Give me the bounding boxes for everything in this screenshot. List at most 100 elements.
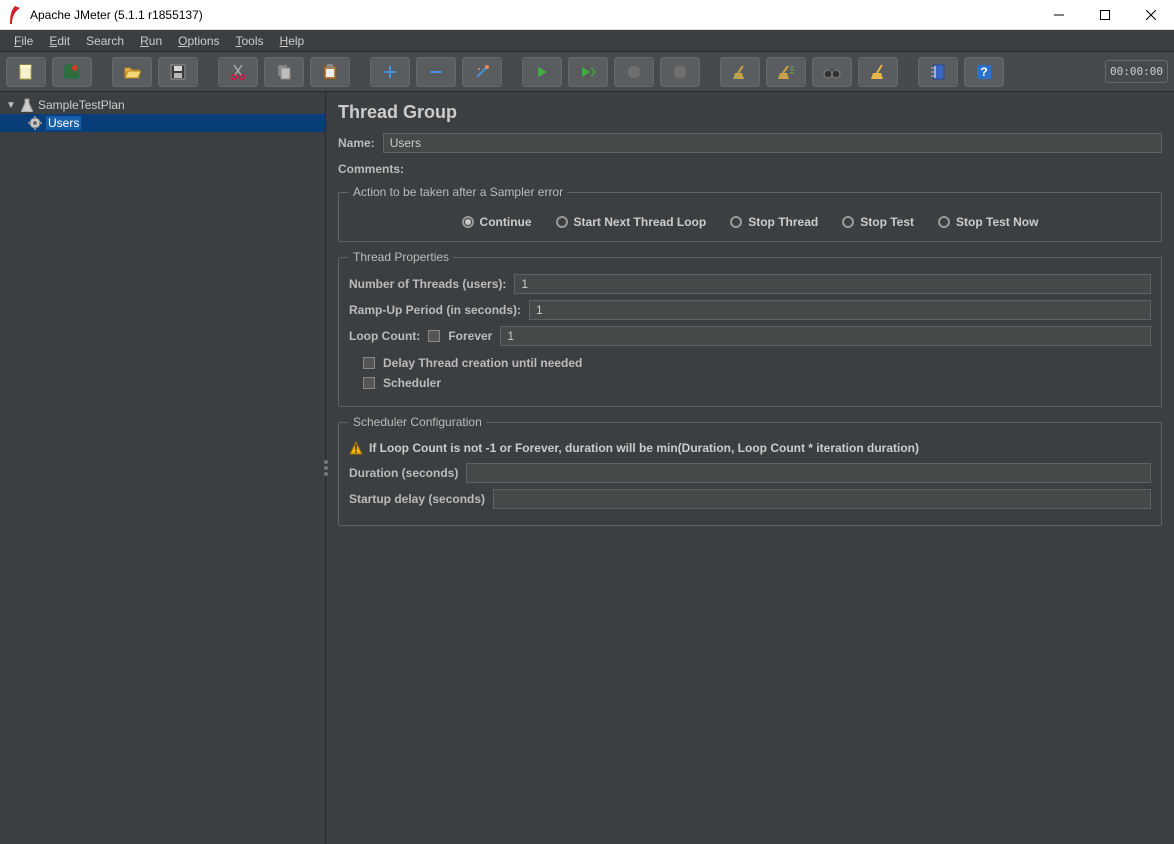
help-icon: ? bbox=[976, 64, 992, 80]
thread-group-gear-icon bbox=[28, 116, 42, 130]
toolbar-save-button[interactable] bbox=[158, 57, 198, 87]
toolbar-paste-button[interactable] bbox=[310, 57, 350, 87]
menu-search[interactable]: Search bbox=[78, 32, 132, 50]
minus-icon bbox=[429, 65, 443, 79]
window-minimize-button[interactable] bbox=[1036, 0, 1082, 30]
menu-help[interactable]: Help bbox=[272, 32, 313, 50]
radio-stop-test-now[interactable]: Stop Test Now bbox=[938, 215, 1038, 229]
num-threads-label: Number of Threads (users): bbox=[349, 277, 506, 291]
clipboard-icon bbox=[321, 63, 339, 81]
file-new-icon bbox=[17, 63, 35, 81]
menu-run[interactable]: Run bbox=[132, 32, 170, 50]
broom-all-icon bbox=[777, 64, 795, 80]
test-plan-tree[interactable]: ▼ SampleTestPlan Users bbox=[0, 92, 326, 844]
ramp-up-input[interactable] bbox=[529, 300, 1151, 320]
templates-icon bbox=[63, 63, 81, 81]
scheduler-warning-text: If Loop Count is not -1 or Forever, dura… bbox=[369, 441, 919, 455]
thread-properties-fieldset: Thread Properties Number of Threads (use… bbox=[338, 250, 1162, 407]
toolbar: ? 00:00:00 bbox=[0, 52, 1174, 92]
warning-icon: ! bbox=[349, 441, 363, 455]
app-feather-icon bbox=[8, 6, 22, 24]
sampler-error-fieldset: Action to be taken after a Sampler error… bbox=[338, 185, 1162, 242]
toolbar-shutdown-button[interactable] bbox=[660, 57, 700, 87]
scheduler-config-legend: Scheduler Configuration bbox=[349, 415, 486, 429]
tree-collapse-icon[interactable]: ▼ bbox=[6, 100, 16, 111]
window-close-button[interactable] bbox=[1128, 0, 1174, 30]
editor-panel: Thread Group Name: Comments: Action to b… bbox=[326, 92, 1174, 844]
splitter-handle[interactable] bbox=[321, 453, 331, 483]
loop-count-label: Loop Count: bbox=[349, 329, 420, 343]
scheduler-checkbox[interactable] bbox=[363, 377, 375, 389]
toolbar-new-button[interactable] bbox=[6, 57, 46, 87]
radio-icon bbox=[842, 216, 854, 228]
comments-label: Comments: bbox=[338, 162, 404, 176]
play-no-pause-icon bbox=[580, 65, 596, 79]
save-icon bbox=[169, 63, 187, 81]
radio-stop-test[interactable]: Stop Test bbox=[842, 215, 914, 229]
radio-stop-thread[interactable]: Stop Thread bbox=[730, 215, 818, 229]
ramp-up-label: Ramp-Up Period (in seconds): bbox=[349, 303, 521, 317]
menu-options[interactable]: Options bbox=[170, 32, 227, 50]
toolbar-clear-button[interactable] bbox=[720, 57, 760, 87]
binoculars-icon bbox=[823, 65, 841, 79]
toolbar-cut-button[interactable] bbox=[218, 57, 258, 87]
toolbar-clear-all-button[interactable] bbox=[766, 57, 806, 87]
tree-child-row[interactable]: Users bbox=[0, 114, 325, 132]
toolbar-start-button[interactable] bbox=[522, 57, 562, 87]
toolbar-stop-button[interactable] bbox=[614, 57, 654, 87]
toolbar-search-button[interactable] bbox=[812, 57, 852, 87]
radio-icon bbox=[462, 216, 474, 228]
toolbar-expand-button[interactable] bbox=[370, 57, 410, 87]
duration-input[interactable] bbox=[466, 463, 1151, 483]
scissors-icon bbox=[229, 63, 247, 81]
duration-label: Duration (seconds) bbox=[349, 466, 458, 480]
toolbar-start-no-pause-button[interactable] bbox=[568, 57, 608, 87]
broom-clean-icon bbox=[870, 64, 886, 80]
num-threads-input[interactable] bbox=[514, 274, 1151, 294]
name-input[interactable] bbox=[383, 133, 1162, 153]
testplan-flask-icon bbox=[20, 98, 34, 112]
name-label: Name: bbox=[338, 136, 375, 150]
wand-icon bbox=[474, 64, 490, 80]
radio-start-next[interactable]: Start Next Thread Loop bbox=[556, 215, 707, 229]
toolbar-collapse-button[interactable] bbox=[416, 57, 456, 87]
radio-icon bbox=[938, 216, 950, 228]
radio-continue[interactable]: Continue bbox=[462, 215, 532, 229]
toolbar-help-button[interactable]: ? bbox=[964, 57, 1004, 87]
startup-delay-input[interactable] bbox=[493, 489, 1151, 509]
delay-thread-label: Delay Thread creation until needed bbox=[383, 356, 582, 370]
delay-thread-checkbox[interactable] bbox=[363, 357, 375, 369]
loop-count-input[interactable] bbox=[500, 326, 1151, 346]
play-icon bbox=[535, 65, 549, 79]
svg-text:!: ! bbox=[354, 442, 358, 455]
toolbar-copy-button[interactable] bbox=[264, 57, 304, 87]
toolbar-function-helper-button[interactable] bbox=[918, 57, 958, 87]
toolbar-templates-button[interactable] bbox=[52, 57, 92, 87]
shutdown-icon bbox=[673, 65, 687, 79]
plus-icon bbox=[383, 65, 397, 79]
radio-icon bbox=[556, 216, 568, 228]
forever-label: Forever bbox=[448, 329, 492, 343]
thread-properties-legend: Thread Properties bbox=[349, 250, 453, 264]
svg-text:?: ? bbox=[980, 65, 987, 79]
toolbar-toggle-button[interactable] bbox=[462, 57, 502, 87]
menu-file[interactable]: File bbox=[6, 32, 41, 50]
panel-title: Thread Group bbox=[338, 102, 1162, 123]
sampler-error-legend: Action to be taken after a Sampler error bbox=[349, 185, 567, 199]
forever-checkbox[interactable] bbox=[428, 330, 440, 342]
scheduler-config-fieldset: Scheduler Configuration ! If Loop Count … bbox=[338, 415, 1162, 526]
menubar: File Edit Search Run Options Tools Help bbox=[0, 30, 1174, 52]
stop-icon bbox=[627, 65, 641, 79]
toolbar-reset-search-button[interactable] bbox=[858, 57, 898, 87]
scheduler-label: Scheduler bbox=[383, 376, 441, 390]
toolbar-open-button[interactable] bbox=[112, 57, 152, 87]
startup-delay-label: Startup delay (seconds) bbox=[349, 492, 485, 506]
tree-root-label: SampleTestPlan bbox=[38, 98, 125, 112]
radio-icon bbox=[730, 216, 742, 228]
window-titlebar: Apache JMeter (5.1.1 r1855137) bbox=[0, 0, 1174, 30]
menu-edit[interactable]: Edit bbox=[41, 32, 78, 50]
tree-root-row[interactable]: ▼ SampleTestPlan bbox=[0, 96, 325, 114]
window-maximize-button[interactable] bbox=[1082, 0, 1128, 30]
menu-tools[interactable]: Tools bbox=[228, 32, 272, 50]
tree-child-label: Users bbox=[46, 116, 81, 130]
